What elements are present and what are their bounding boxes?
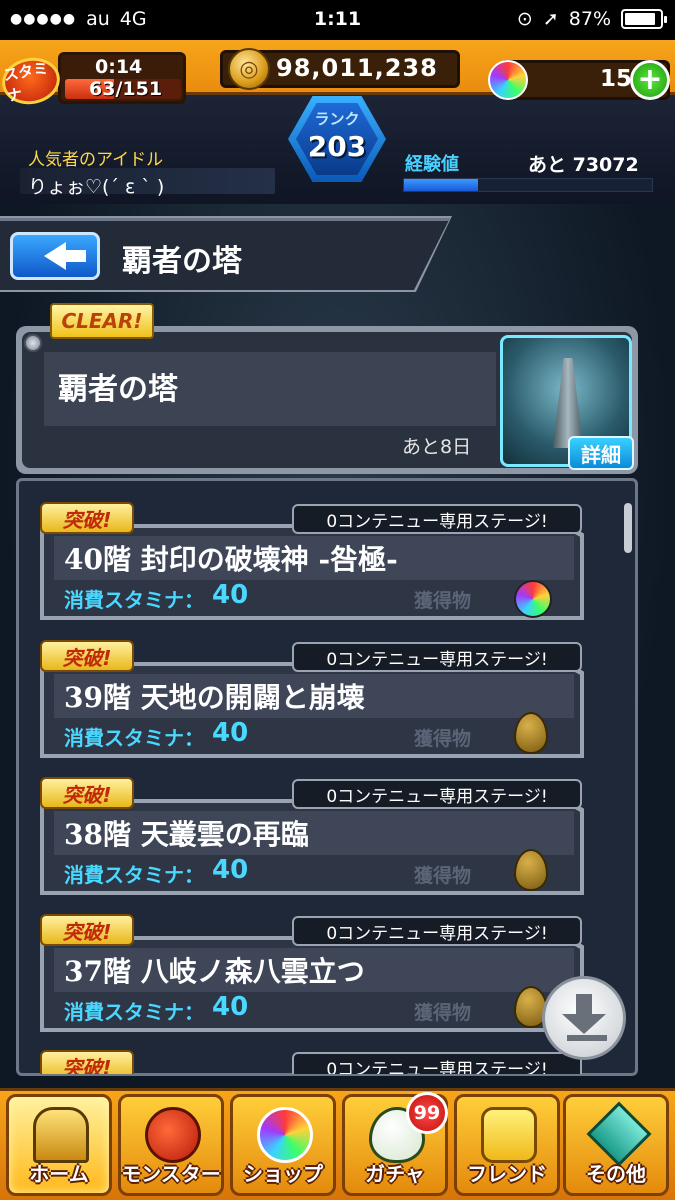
- nav-label: ショップ: [243, 1162, 323, 1186]
- nav-label: フレンド: [467, 1162, 547, 1186]
- breakthrough-badge: 突破!: [40, 1050, 134, 1074]
- nav-label: ガチャ: [365, 1162, 425, 1186]
- scrollbar-thumb[interactable]: [624, 503, 632, 553]
- other-icon: [586, 1101, 652, 1167]
- zero-continue-tag: 0コンテニュー専用ステージ!: [292, 779, 582, 809]
- stage-name: 40階 封印の破壊神 -咎極-: [64, 543, 398, 576]
- tower-name: 覇者の塔: [58, 372, 178, 407]
- stamina-timer: 0:14: [95, 56, 143, 78]
- shop-orb-icon: [257, 1107, 313, 1163]
- nav-monster[interactable]: モンスター: [118, 1094, 224, 1196]
- reward-label: 獲得物: [414, 1002, 472, 1024]
- player-title: 人気者のアイドル: [28, 150, 164, 170]
- breakthrough-badge: 突破!: [40, 777, 134, 809]
- zero-continue-tag: 0コンテニュー専用ステージ!: [292, 504, 582, 534]
- exp-label: 経験値: [405, 154, 459, 175]
- reward-label: 獲得物: [414, 590, 472, 612]
- monster-icon: [145, 1107, 201, 1163]
- battery-icon: [621, 9, 667, 29]
- exp-bar-fill: [404, 179, 479, 191]
- nav-label: その他: [586, 1162, 646, 1186]
- coin-icon: ◎: [228, 48, 270, 90]
- stage-item[interactable]: 突破! 0コンテニュー専用ステージ!: [40, 1050, 584, 1074]
- stage-item[interactable]: 37階 八岐ノ森八雲立つ 消費スタミナ： 40 獲得物 突破! 0コンテニュー専…: [40, 914, 584, 1034]
- egg-icon: [514, 712, 548, 754]
- location-arrow-icon: ➚: [542, 8, 559, 30]
- orb-icon: [488, 60, 528, 100]
- back-arrow-icon: [44, 242, 86, 270]
- exp-bar: [403, 178, 653, 192]
- nav-friend[interactable]: フレンド: [454, 1094, 560, 1196]
- card-pin-icon: [24, 334, 42, 352]
- stamina-cost-value: 40: [212, 855, 249, 885]
- reward-label: 獲得物: [414, 728, 472, 750]
- add-orb-button[interactable]: +: [630, 60, 670, 100]
- page-title: 覇者の塔: [122, 244, 242, 279]
- home-icon: [33, 1107, 89, 1163]
- stage-item[interactable]: 39階 天地の開闢と崩壊 消費スタミナ： 40 獲得物 突破! 0コンテニュー専…: [40, 640, 584, 760]
- zero-continue-tag: 0コンテニュー専用ステージ!: [292, 642, 582, 672]
- stamina-cost-value: 40: [212, 718, 249, 748]
- status-bar: ●●●●● au 4G 1:11 ⊙ ➚ 87%: [0, 0, 675, 40]
- stamina-cost-label: 消費スタミナ：: [64, 588, 204, 612]
- nav-label: モンスター: [121, 1162, 221, 1186]
- detail-button[interactable]: 詳細: [568, 436, 634, 470]
- egg-icon: [514, 849, 548, 891]
- battery-percent: 87%: [568, 8, 611, 30]
- breakthrough-badge: 突破!: [40, 640, 134, 672]
- download-arrow-icon: [562, 994, 606, 1034]
- zero-continue-tag: 0コンテニュー専用ステージ!: [292, 1052, 582, 1074]
- nav-other[interactable]: その他: [563, 1094, 669, 1196]
- coin-count: 98,011,238: [276, 54, 438, 82]
- friend-icon: [481, 1107, 537, 1163]
- nav-home[interactable]: ホーム: [6, 1094, 112, 1196]
- zero-continue-tag: 0コンテニュー専用ステージ!: [292, 916, 582, 946]
- stage-item[interactable]: 40階 封印の破壊神 -咎極- 消費スタミナ： 40 獲得物 突破! 0コンテニ…: [40, 502, 584, 622]
- tower-spire: [553, 358, 583, 448]
- stamina-cost-label: 消費スタミナ：: [64, 726, 204, 750]
- gacha-count-badge: 99: [406, 1092, 448, 1134]
- stamina-cost-label: 消費スタミナ：: [64, 1000, 204, 1024]
- stage-item[interactable]: 38階 天叢雲の再臨 消費スタミナ： 40 獲得物 突破! 0コンテニュー専用ス…: [40, 777, 584, 897]
- exp-remaining: あと 73072: [528, 154, 639, 176]
- download-bar-icon: [567, 1035, 607, 1041]
- clear-badge: CLEAR!: [50, 303, 154, 339]
- rank-label: ランク: [314, 110, 360, 128]
- player-name: りょぉ♡(´ ε ` ): [28, 176, 165, 198]
- stamina-cost-label: 消費スタミナ：: [64, 863, 204, 887]
- rotation-lock-icon: ⊙: [516, 8, 533, 30]
- stamina-count: 63/151: [89, 78, 163, 100]
- tower-days-left: あと8日: [402, 436, 472, 458]
- orb-icon: [514, 580, 552, 618]
- nav-shop[interactable]: ショップ: [230, 1094, 336, 1196]
- stamina-box[interactable]: 0:14 63/151: [58, 52, 186, 104]
- scroll-down-button[interactable]: [542, 976, 626, 1060]
- stamina-cost-value: 40: [212, 992, 249, 1022]
- nav-label: ホーム: [29, 1162, 89, 1186]
- stamina-cost-value: 40: [212, 580, 249, 610]
- stage-name: 39階 天地の開闢と崩壊: [64, 681, 365, 714]
- rank-value: 203: [307, 130, 367, 163]
- reward-label: 獲得物: [414, 865, 472, 887]
- breakthrough-badge: 突破!: [40, 502, 134, 534]
- back-button[interactable]: [10, 232, 100, 280]
- stage-name: 37階 八岐ノ森八雲立つ: [64, 955, 365, 988]
- stage-name: 38階 天叢雲の再臨: [64, 818, 309, 851]
- breakthrough-badge: 突破!: [40, 914, 134, 946]
